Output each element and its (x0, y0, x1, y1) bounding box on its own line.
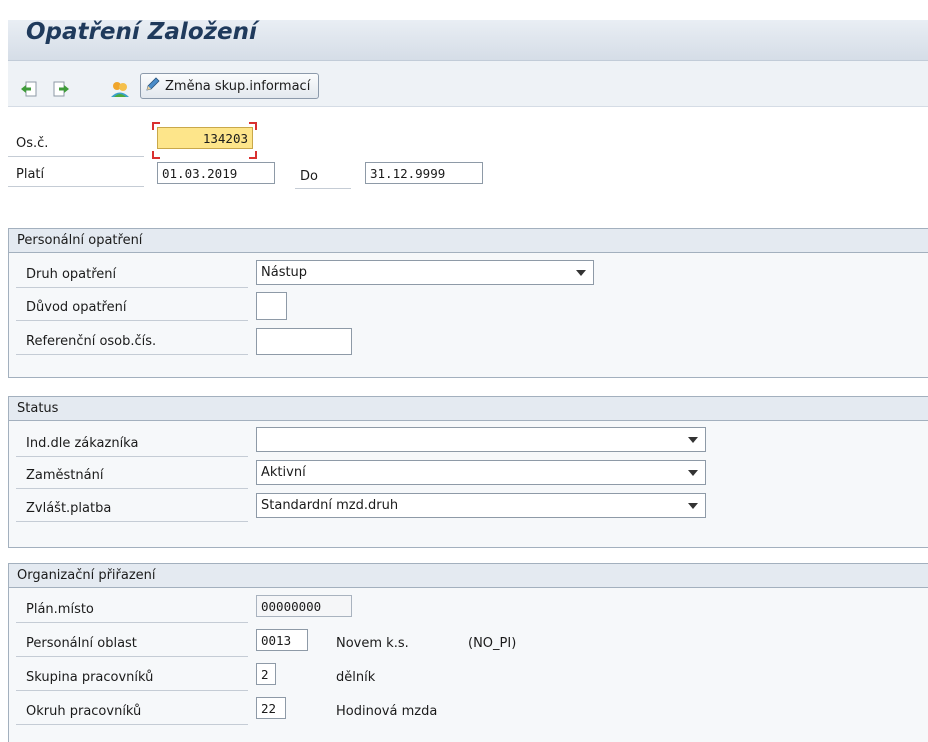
position-label-underline (16, 622, 248, 623)
ref-pernr-label-underline (16, 354, 248, 355)
personnel-action-group: Personální opatření (8, 228, 928, 378)
position-label: Plán.místo (26, 602, 94, 617)
action-type-dropdown[interactable]: Nástup (256, 260, 594, 285)
valid-to-input[interactable]: 31.12.9999 (365, 162, 483, 184)
org-assignment-group: Organizační přiřazení (8, 563, 928, 742)
ee-group-text: dělník (336, 670, 376, 685)
ee-subgroup-input[interactable]: 22 (256, 697, 286, 719)
change-group-info-button[interactable]: Změna skup.informací (140, 73, 320, 99)
pers-area-label-underline (16, 656, 248, 657)
pers-area-label: Personální oblast (26, 636, 137, 651)
special-payment-label: Zvlášt.platba (26, 501, 112, 516)
pers-area-code: (NO_PI) (468, 636, 517, 651)
employment-label: Zaměstnání (26, 468, 104, 483)
pers-area-text: Novem k.s. (336, 636, 409, 651)
valid-to-label: Do (300, 169, 318, 184)
pernr-label: Os.č. (16, 136, 49, 151)
valid-to-label-underline (295, 188, 351, 189)
change-group-info-label: Změna skup.informací (165, 78, 311, 94)
back-arrow-icon[interactable] (20, 80, 38, 98)
pernr-label-underline (8, 156, 144, 157)
ee-subgroup-label-underline (16, 724, 248, 725)
employment-value: Aktivní (261, 465, 306, 480)
overview-icon[interactable] (110, 80, 129, 98)
action-type-value: Nástup (261, 265, 308, 280)
special-payment-dropdown[interactable]: Standardní mzd.druh (256, 493, 706, 518)
ee-group-input[interactable]: 2 (256, 663, 276, 685)
pencil-icon (145, 76, 161, 96)
customer-indicator-dropdown[interactable] (256, 427, 706, 452)
employment-dropdown[interactable]: Aktivní (256, 460, 706, 485)
action-type-label-underline (16, 287, 248, 288)
focus-marker (152, 151, 160, 159)
ee-group-label: Skupina pracovníků (26, 670, 154, 685)
window-top-strip (0, 0, 928, 20)
status-group-title: Status (9, 397, 928, 421)
ref-pernr-label: Referenční osob.čís. (26, 334, 157, 349)
ee-group-label-underline (16, 690, 248, 691)
special-payment-label-underline (16, 521, 248, 522)
pers-area-input[interactable]: 0013 (256, 629, 308, 651)
personnel-action-group-title: Personální opatření (9, 229, 928, 253)
customer-indicator-label: Ind.dle zákazníka (26, 436, 139, 451)
action-type-label: Druh opatření (26, 267, 117, 282)
chevron-down-icon[interactable] (688, 469, 698, 476)
chevron-down-icon[interactable] (688, 502, 698, 509)
special-payment-value: Standardní mzd.druh (261, 498, 399, 513)
valid-from-label: Platí (16, 167, 45, 182)
pernr-input[interactable]: 134203 (157, 127, 253, 149)
reason-label: Důvod opatření (26, 300, 127, 315)
ee-subgroup-text: Hodinová mzda (336, 704, 438, 719)
forward-arrow-icon[interactable] (52, 80, 70, 98)
ref-pernr-input[interactable] (256, 328, 352, 355)
page-title: Opatření Založení (26, 19, 257, 45)
valid-from-label-underline (8, 186, 144, 187)
valid-from-input[interactable]: 01.03.2019 (157, 162, 275, 184)
focus-marker (249, 151, 257, 159)
focus-marker (152, 122, 160, 130)
customer-indicator-label-underline (16, 456, 248, 457)
chevron-down-icon[interactable] (688, 436, 698, 443)
position-input[interactable]: 00000000 (256, 595, 352, 617)
ee-subgroup-label: Okruh pracovníků (26, 704, 142, 719)
reason-input[interactable] (256, 292, 287, 320)
employment-label-underline (16, 488, 248, 489)
chevron-down-icon[interactable] (576, 269, 586, 276)
focus-marker (249, 122, 257, 130)
org-assignment-group-title: Organizační přiřazení (9, 564, 928, 588)
reason-label-underline (16, 320, 248, 321)
